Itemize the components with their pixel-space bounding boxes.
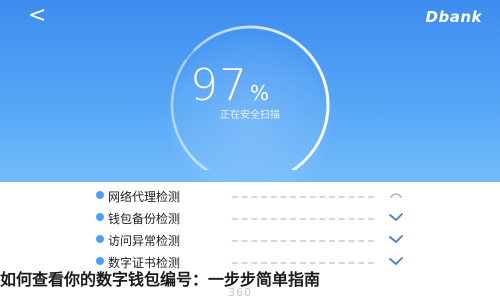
dashed-divider [232,240,374,242]
certificate-icon [96,257,104,265]
wallet-icon [96,213,104,221]
check-row-access: 访问异常检测 [0,230,500,252]
spinner-icon [390,193,402,198]
check-label: 网络代理检测 [108,190,181,204]
scan-status-text: 正在安全扫描 [220,110,280,121]
watermark-text: 360 [228,286,252,299]
check-label: 访问异常检测 [108,234,181,248]
score-unit: % [250,81,270,105]
network-icon [96,191,104,199]
dashed-divider [232,262,374,264]
dashed-divider [232,196,374,198]
dashed-divider [232,218,374,220]
check-row-proxy: 网络代理检测 [0,186,500,208]
access-icon [96,235,104,243]
back-icon[interactable]: < [28,5,46,27]
check-label: 钱包备份检测 [108,212,181,226]
scan-screen: < Dbank 97% 正在安全扫描 网络代理检测 钱包备份检测 访问异常检测 … [0,0,500,300]
check-row-backup: 钱包备份检测 [0,208,500,230]
brand-logo: Dbank [425,8,482,26]
score-value: 97 [190,60,248,111]
checkmark-icon [389,213,403,221]
score-display: 97% [190,60,330,111]
checkmark-icon [389,235,403,243]
